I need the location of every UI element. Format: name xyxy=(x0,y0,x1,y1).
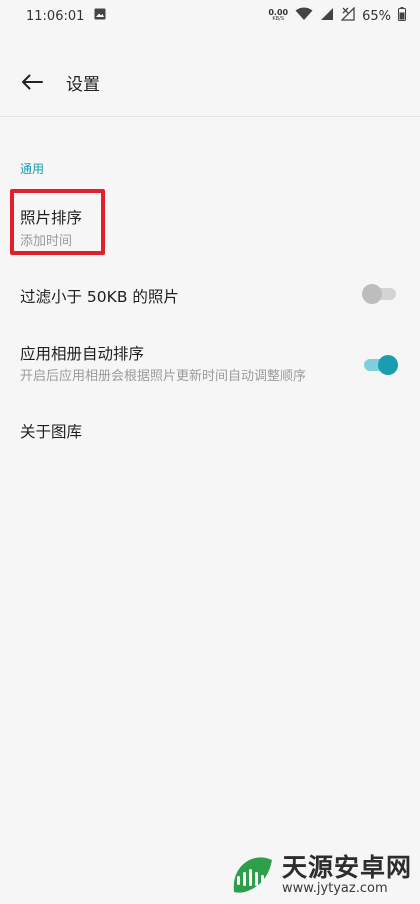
watermark-title: 天源安卓网 xyxy=(282,853,413,882)
toggle-thumb xyxy=(378,355,398,375)
watermark-text: 天源安卓网 www.jytyaz.com xyxy=(282,855,412,895)
wifi-icon xyxy=(295,7,313,25)
toggle-thumb xyxy=(362,284,382,304)
status-left: 11:06:01 xyxy=(26,8,106,24)
auto-sort-albums-toggle[interactable] xyxy=(362,354,398,376)
section-header-general: 通用 xyxy=(20,162,45,176)
about-gallery-title: 关于图库 xyxy=(20,423,83,441)
back-button[interactable] xyxy=(0,48,64,116)
no-sim-signal-icon xyxy=(340,6,355,25)
status-right: 0.00 KB/S 65% xyxy=(268,6,406,25)
filter-small-photos-toggle[interactable] xyxy=(362,283,398,305)
filter-small-photos-title: 过滤小于 50KB 的照片 xyxy=(20,288,179,306)
network-speed-value: 0.00 xyxy=(268,8,289,17)
about-gallery-item[interactable]: 关于图库 xyxy=(0,404,420,456)
highlight-annotation-box xyxy=(10,189,105,255)
battery-icon xyxy=(398,7,406,25)
app-bar: 设置 xyxy=(0,48,420,116)
watermark-url: www.jytyaz.com xyxy=(282,881,388,896)
battery-level: 65% xyxy=(362,8,391,24)
app-bar-divider xyxy=(0,116,420,117)
network-speed-unit: KB/S xyxy=(272,16,284,22)
page-title: 设置 xyxy=(66,74,100,95)
back-arrow-icon xyxy=(22,74,43,90)
auto-sort-albums-item[interactable]: 应用相册自动排序 开启后应用相册会根据照片更新时间自动调整顺序 xyxy=(0,334,420,398)
filter-small-photos-item[interactable]: 过滤小于 50KB 的照片 xyxy=(0,268,420,322)
status-time: 11:06:01 xyxy=(26,8,85,24)
android-logo-icon xyxy=(233,857,272,893)
site-watermark: 天源安卓网 www.jytyaz.com xyxy=(228,852,412,898)
auto-sort-albums-description: 开启后应用相册会根据照片更新时间自动调整顺序 xyxy=(20,369,307,384)
network-speed: 0.00 KB/S xyxy=(268,9,288,23)
image-notification-icon xyxy=(94,8,106,24)
auto-sort-albums-title: 应用相册自动排序 xyxy=(20,345,145,363)
status-bar: 11:06:01 0.00 KB/S 65% xyxy=(0,0,420,32)
signal-icon xyxy=(320,7,334,25)
